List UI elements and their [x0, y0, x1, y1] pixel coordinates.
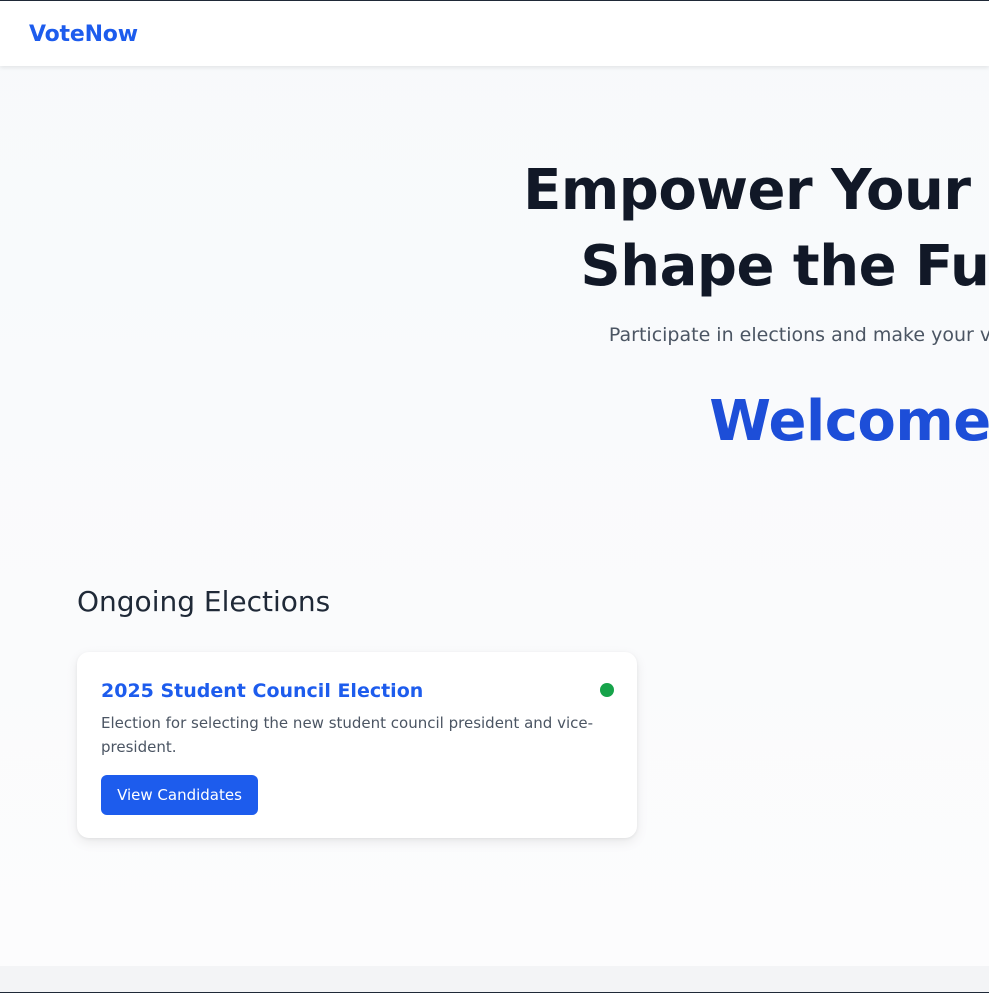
- brand-logo[interactable]: VoteNow: [29, 22, 138, 48]
- election-description: Election for selecting the new student c…: [101, 714, 593, 756]
- election-card: 2025 Student Council Election Election f…: [77, 652, 637, 838]
- hero-title: Empower Your Voice, Shape the Future: [0, 153, 989, 305]
- active-status-dot-icon: [600, 683, 614, 697]
- hero-title-line-2: Shape the Future: [580, 234, 989, 299]
- page: VoteNow Empower Your Voice, Shape the Fu…: [0, 0, 989, 993]
- hero-title-line-1: Empower Your Voice,: [523, 158, 989, 223]
- election-title[interactable]: 2025 Student Council Election: [101, 679, 423, 703]
- section-title-ongoing-elections: Ongoing Elections: [77, 585, 331, 618]
- welcome-heading: Welcome: [709, 389, 989, 454]
- view-candidates-button[interactable]: View Candidates: [101, 775, 258, 815]
- footer: [0, 966, 989, 992]
- hero-subtitle: Participate in elections and make your v…: [608, 324, 989, 346]
- navbar: VoteNow: [0, 1, 989, 66]
